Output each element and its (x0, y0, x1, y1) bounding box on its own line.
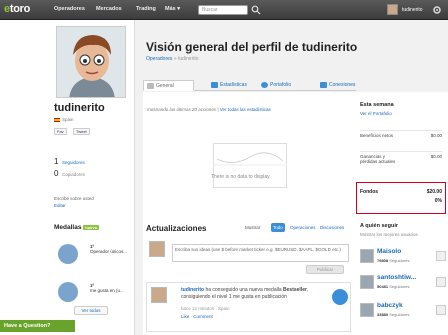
suggestion-followers: 50481 Seguidores (377, 284, 410, 289)
current-pl-row: Ganancias y pérdidas actuales $0.00 (360, 151, 442, 179)
top-navigation-bar: etoro Operadores Mercados Trading Más ▾ … (0, 0, 448, 20)
topbar-username[interactable]: tudinerito (402, 7, 423, 13)
filter-discusiones[interactable]: Discusiones (318, 223, 346, 232)
profile-tabs: General Estadísticas Portafolio Conexion… (143, 80, 356, 91)
funds-box: Fondos $20.00 0% (356, 182, 446, 214)
copiers-label: Copiadores (62, 172, 86, 177)
profile-avatar (56, 26, 126, 98)
people-icon (320, 82, 327, 88)
see-all-medals-button[interactable]: Ver todos (74, 306, 108, 315)
etoro-logo[interactable]: etoro (4, 3, 42, 16)
follow-add-button[interactable] (436, 277, 446, 287)
suggestion-item: babczyk 33880 Seguidores (360, 302, 446, 320)
fav-button[interactable]: Fav (54, 128, 67, 135)
filter-operaciones[interactable]: Operaciones (288, 223, 318, 232)
search-input[interactable]: Buscar (198, 5, 248, 15)
profile-country: Spain (54, 117, 74, 122)
feed-avatar[interactable] (151, 287, 167, 303)
funds-label: Fondos (360, 189, 379, 195)
medal-1-text: 1º Operador únicos... (90, 244, 128, 254)
home-icon (147, 83, 154, 89)
nav-operadores[interactable]: Operadores (54, 6, 85, 12)
empty-chart (213, 143, 287, 188)
updates-title: Actualizaciones (146, 224, 207, 233)
medal-badge-icon (332, 289, 348, 305)
net-profit-row: Beneficios netos $0.00 (360, 130, 442, 146)
spain-flag-icon (54, 117, 60, 122)
tab-portafolio[interactable]: Portafolio (258, 80, 291, 91)
follow-title: A quién seguir (360, 223, 398, 229)
no-data-message: There is no data to display. (211, 174, 271, 180)
suggestion-followers: 79808 Seguidores (377, 258, 410, 263)
tweet-button[interactable]: Tweet (73, 128, 90, 135)
follow-add-button[interactable] (436, 305, 446, 315)
nav-mercados[interactable]: Mercados (96, 6, 122, 12)
nav-mas[interactable]: Más ▾ (165, 6, 180, 12)
comment-link[interactable]: Comment (193, 314, 213, 319)
tab-conexiones[interactable]: Conexiones (317, 80, 355, 91)
followers-count: 1 (54, 157, 59, 166)
feed-actions: Like · Comment (181, 314, 213, 319)
post-composer-input[interactable]: Escriba sus ideas (use $ before market t… (172, 244, 349, 262)
feed-item: tudinerito ha conseguido una nueva medal… (146, 282, 351, 332)
followers-link[interactable]: Seguidores (62, 160, 85, 165)
show-label: Mostrar: (245, 225, 262, 230)
profile-username: tudinerito (54, 102, 105, 114)
performance-header: mostrando las últimas 20 acciones | Ver … (147, 107, 271, 112)
suggestion-name[interactable]: santoshtiw... (377, 274, 416, 281)
edit-about-link[interactable]: Editar (54, 203, 66, 208)
like-link[interactable]: Like (181, 314, 189, 319)
stats-icon (211, 82, 218, 88)
pie-icon (261, 82, 268, 88)
medal-2-text: 1º me gusta en (u... (90, 283, 124, 293)
publish-button[interactable]: Publicar (306, 265, 344, 274)
medal-icon[interactable] (58, 282, 78, 302)
suggestion-item: santoshtiw... 50481 Seguidores (360, 274, 446, 292)
breadcrumb: Operadores » tudinerito (146, 56, 199, 62)
copiers-count: 0 (54, 169, 59, 178)
nav-trading[interactable]: Trading (136, 6, 156, 12)
suggestion-avatar[interactable] (360, 249, 374, 263)
have-question-tab[interactable]: Have a Question? (0, 320, 75, 332)
filter-todo[interactable]: Todo (271, 223, 285, 232)
search-icon[interactable] (251, 5, 261, 15)
suggestion-avatar[interactable] (360, 303, 374, 317)
page-title: Visión general del perfil de tudinerito (146, 40, 358, 54)
medal-icon[interactable] (58, 244, 78, 264)
about-prompt: Escribe sobre usted (54, 196, 94, 201)
gear-icon[interactable] (432, 5, 442, 15)
main-content: mostrando las últimas 20 acciones | Ver … (143, 92, 356, 335)
suggestion-item: Maisolo 79808 Seguidores (360, 248, 446, 266)
feed-meta: hace 12 minutos · Spain (181, 306, 230, 311)
follow-add-button[interactable] (436, 251, 446, 261)
suggestion-name[interactable]: Maisolo (377, 248, 401, 255)
feed-text: tudinerito ha conseguido una nueva medal… (181, 287, 309, 300)
suggestion-avatar[interactable] (360, 275, 374, 289)
suggestion-followers: 33880 Seguidores (377, 312, 410, 317)
tab-general[interactable]: General (143, 80, 194, 91)
portfolio-link[interactable]: Ver el Portafolio (360, 111, 392, 116)
follow-subtitle: Mostrar los mejores usuarios (360, 232, 418, 237)
user-avatar[interactable] (387, 4, 398, 15)
this-week-title: Esta semana (360, 102, 394, 108)
funds-percent: 0% (434, 198, 442, 204)
tab-estadisticas[interactable]: Estadísticas (208, 80, 247, 91)
funds-value: $20.00 (426, 189, 442, 195)
all-stats-link[interactable]: Ver todas las estadísticas (220, 107, 271, 112)
suggestion-name[interactable]: babczyk (377, 302, 403, 309)
medals-title: Medallas nuevo (54, 224, 100, 231)
profile-sidebar: tudinerito Spain Fav Tweet 1 Seguidores … (0, 20, 135, 335)
composer-avatar (149, 241, 165, 257)
